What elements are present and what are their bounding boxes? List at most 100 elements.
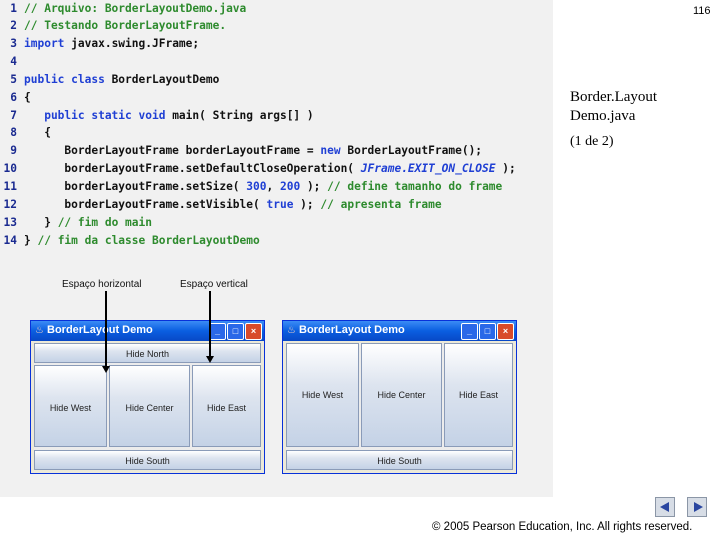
hide-south-button[interactable]: Hide South [286, 450, 513, 470]
code-keyword: public class [24, 73, 105, 86]
code-text: BorderLayoutFrame(); [340, 144, 483, 157]
annotation-vertical-space: Espaço vertical [180, 279, 248, 290]
minimize-icon[interactable]: _ [209, 323, 226, 340]
close-icon[interactable]: × [245, 323, 262, 340]
code-line: 2 // Testando BorderLayoutFrame. [0, 17, 226, 35]
line-number: 7 [10, 109, 17, 122]
code-keyword: public static void [24, 109, 166, 122]
code-line: 9 BorderLayoutFrame borderLayoutFrame = … [0, 142, 482, 160]
code-text: ); [293, 198, 321, 211]
code-text: javax.swing.JFrame; [64, 37, 200, 50]
code-line: 4 [0, 53, 24, 71]
window-title: BorderLayout Demo [299, 324, 405, 336]
page-number: 116 [693, 5, 711, 17]
code-text: main( String args[] ) [165, 109, 314, 122]
button-label: Hide Center [377, 390, 426, 400]
button-label: Hide West [301, 390, 344, 400]
code-line: 8 { [0, 124, 51, 142]
button-label: Hide East [206, 403, 247, 413]
window-titlebar[interactable]: ♨ BorderLayout Demo _ □ × [31, 321, 264, 341]
window-titlebar[interactable]: ♨ BorderLayout Demo _ □ × [283, 321, 516, 341]
hide-center-button[interactable]: Hide Center [109, 365, 190, 447]
code-comment: // fim da classe BorderLayoutDemo [37, 234, 260, 247]
code-line: 3 import javax.swing.JFrame; [0, 35, 199, 53]
code-text: ); [495, 162, 516, 175]
code-line: 14} // fim da classe BorderLayoutDemo [0, 232, 260, 250]
code-panel: 1 // Arquivo: BorderLayoutDemo.java 2 // T… [0, 0, 553, 497]
code-text: , [266, 180, 280, 193]
borderlayout-window-1: ♨ BorderLayout Demo _ □ × Hide North Hid… [30, 320, 265, 474]
code-text: } [24, 216, 58, 229]
button-label: Hide Center [125, 403, 174, 413]
maximize-icon[interactable]: □ [479, 323, 496, 340]
hide-west-button[interactable]: Hide West [286, 343, 359, 447]
annotation-arrow-line [105, 291, 107, 367]
code-line: 5 public class BorderLayoutDemo [0, 71, 219, 89]
button-label: Hide South [377, 456, 422, 466]
code-keyword: true [266, 198, 294, 211]
line-number: 6 [10, 91, 17, 104]
code-comment: // Arquivo: BorderLayoutDemo.java [24, 2, 247, 15]
slide-title-line2: Demo.java [570, 108, 636, 124]
java-icon: ♨ [35, 325, 44, 336]
code-keyword: import [24, 37, 65, 50]
line-number: 14 [3, 234, 17, 247]
line-number: 3 [10, 37, 17, 50]
code-constant: JFrame.EXIT_ON_CLOSE [360, 162, 496, 175]
code-text: BorderLayoutDemo [104, 73, 220, 86]
java-icon: ♨ [287, 325, 296, 336]
button-label: Hide North [125, 349, 170, 359]
code-line: 1 // Arquivo: BorderLayoutDemo.java [0, 0, 246, 18]
code-comment: // define tamanho do frame [327, 180, 503, 193]
code-line: 11 borderLayoutFrame.setSize( 300, 200 )… [0, 178, 503, 196]
line-number: 5 [10, 73, 17, 86]
hide-east-button[interactable]: Hide East [444, 343, 513, 447]
annotation-horizontal-space: Espaço horizontal [62, 279, 142, 290]
line-number: 8 [10, 126, 17, 139]
borderlayout-window-2: ♨ BorderLayout Demo _ □ × Hide West Hide… [282, 320, 517, 474]
line-number: 13 [3, 216, 17, 229]
code-line: 12 borderLayoutFrame.setVisible( true );… [0, 196, 442, 214]
button-label: Hide East [458, 390, 499, 400]
triangle-right-icon[interactable] [687, 497, 707, 517]
triangle-left-icon[interactable] [655, 497, 675, 517]
slide-title-line1: Border.Layout [570, 89, 658, 105]
slide-subtitle: (1 de 2) [570, 134, 614, 149]
window-title: BorderLayout Demo [47, 324, 153, 336]
window-content: Hide West Hide Center Hide East Hide Sou… [286, 343, 513, 470]
hide-east-button[interactable]: Hide East [192, 365, 261, 447]
annotation-arrow-line [209, 291, 211, 357]
line-number: 9 [10, 144, 17, 157]
code-keyword: new [320, 144, 341, 157]
code-comment: // Testando BorderLayoutFrame. [24, 19, 227, 32]
arrow-head-icon [102, 366, 110, 373]
code-text: { [24, 126, 51, 139]
code-text: } [24, 234, 38, 247]
code-text: borderLayoutFrame.setVisible( [24, 198, 267, 211]
window-content: Hide North Hide West Hide Center Hide Ea… [34, 343, 261, 470]
code-line: 6{ [0, 89, 31, 107]
code-line: 13 } // fim do main [0, 214, 152, 232]
line-number: 12 [3, 198, 17, 211]
code-line: 10 borderLayoutFrame.setDefaultCloseOper… [0, 160, 516, 178]
code-text: borderLayoutFrame.setDefaultCloseOperati… [24, 162, 361, 175]
code-number: 300 [246, 180, 267, 193]
code-text: borderLayoutFrame.setSize( [24, 180, 247, 193]
slide-title-block: Border.Layout Demo.java (1 de 2) [570, 88, 657, 151]
line-number: 2 [10, 19, 17, 32]
hide-center-button[interactable]: Hide Center [361, 343, 442, 447]
code-text: ); [300, 180, 328, 193]
hide-north-button[interactable]: Hide North [34, 343, 261, 363]
code-line: 7 public static void main( String args[]… [0, 107, 314, 125]
code-number: 200 [279, 180, 301, 193]
maximize-icon[interactable]: □ [227, 323, 244, 340]
hide-west-button[interactable]: Hide West [34, 365, 107, 447]
close-icon[interactable]: × [497, 323, 514, 340]
code-comment: // apresenta frame [320, 198, 442, 211]
code-text: BorderLayoutFrame borderLayoutFrame = [24, 144, 321, 157]
minimize-icon[interactable]: _ [461, 323, 478, 340]
hide-south-button[interactable]: Hide South [34, 450, 261, 470]
line-number: 10 [3, 162, 17, 175]
line-number: 11 [3, 180, 17, 193]
code-text: { [24, 91, 31, 104]
